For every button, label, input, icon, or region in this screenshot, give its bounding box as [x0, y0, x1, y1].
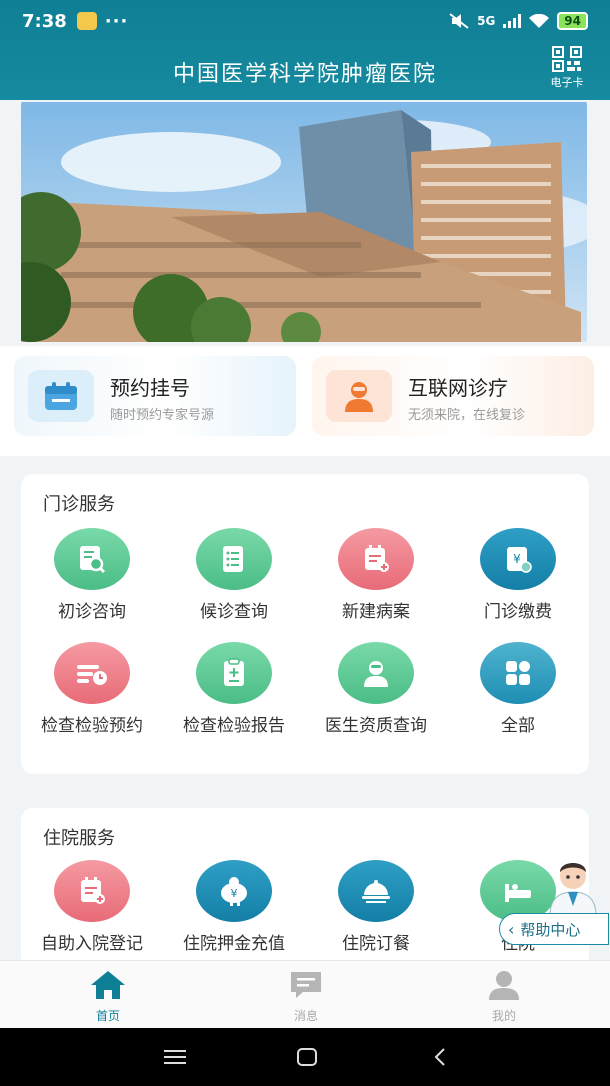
service-label: 新建病案 [342, 602, 410, 622]
service-label: 检查检验报告 [183, 716, 285, 736]
help-center-label: 帮助中心 [520, 920, 581, 939]
svg-text:¥: ¥ [231, 887, 238, 900]
status-icons: 5G 94 [449, 12, 588, 30]
service-meal-order[interactable]: 住院订餐 [305, 860, 447, 956]
page-title: 中国医学科学院肿瘤医院 [172, 62, 437, 87]
notification-icon [76, 12, 97, 30]
payment-icon: ¥ [480, 528, 556, 590]
tab-label: 消息 [293, 1009, 318, 1023]
service-label: 候诊查询 [200, 602, 268, 622]
appointment-card[interactable]: 预约挂号 随时预约专家号源 [14, 356, 296, 436]
network-label: 5G [477, 14, 496, 28]
appointment-subtitle: 随时预约专家号源 [110, 408, 215, 423]
online-consultation-title: 互联网诊疗 [408, 376, 508, 400]
chevron-left-icon: ‹ [508, 919, 515, 939]
add-record-icon [338, 528, 414, 590]
online-consultation-subtitle: 无须来院，在线复诊 [408, 408, 526, 423]
help-doctor-avatar[interactable] [540, 850, 606, 917]
service-admission-register[interactable]: 自助入院登记 [21, 860, 163, 956]
service-exam-appointment[interactable]: 检查检验预约 [21, 642, 163, 738]
back-nav-button[interactable] [420, 1044, 460, 1070]
tab-home[interactable]: 首页 [68, 969, 148, 1024]
service-label: 门诊缴费 [484, 602, 552, 622]
service-waiting-query[interactable]: 候诊查询 [163, 528, 305, 624]
system-nav-bar [0, 1028, 610, 1086]
tab-messages[interactable]: 消息 [266, 969, 346, 1024]
service-all[interactable]: 全部 [447, 642, 589, 738]
section-title-outpatient: 门诊服务 [43, 494, 115, 515]
qr-code-icon [552, 46, 582, 72]
register-icon [54, 860, 130, 922]
recent-apps-button[interactable] [155, 1044, 195, 1070]
menu-icon [164, 1050, 186, 1064]
service-label: 检查检验预约 [41, 716, 143, 736]
appointment-title: 预约挂号 [110, 376, 190, 400]
service-label: 自助入院登记 [41, 934, 143, 954]
online-consultation-card[interactable]: 互联网诊疗 无须来院，在线复诊 [312, 356, 594, 436]
meal-icon [338, 860, 414, 922]
back-icon [434, 1048, 445, 1066]
wifi-icon [529, 14, 550, 28]
app-header: 7:38 ··· 5G 94 中国医学科学院肿瘤医院 电子卡 [0, 0, 610, 100]
grid-icon [480, 642, 556, 704]
ecard-button[interactable]: 电子卡 [542, 46, 592, 90]
service-exam-report[interactable]: 检查检验报告 [163, 642, 305, 738]
report-icon [196, 642, 272, 704]
service-first-consult[interactable]: 初诊咨询 [21, 528, 163, 624]
home-nav-button[interactable] [287, 1044, 327, 1070]
hospital-banner[interactable] [21, 102, 587, 342]
service-deposit-recharge[interactable]: ¥ 住院押金充值 [163, 860, 305, 956]
bottom-tab-bar: 首页 消息 我的 [0, 960, 610, 1028]
doctor-icon [338, 642, 414, 704]
service-label: 住院订餐 [342, 934, 410, 954]
schedule-icon [54, 642, 130, 704]
quick-actions: 预约挂号 随时预约专家号源 互联网诊疗 无须来院，在线复诊 [0, 346, 610, 456]
more-notifications-icon: ··· [104, 10, 129, 32]
calendar-icon [28, 370, 94, 422]
list-doc-icon [196, 528, 272, 590]
service-new-record[interactable]: 新建病案 [305, 528, 447, 624]
tab-label: 我的 [491, 1009, 516, 1023]
battery-icon: 94 [557, 12, 588, 30]
hospital-building-image [21, 102, 587, 342]
service-label: 住院押金充值 [183, 934, 285, 954]
service-doctor-qualification[interactable]: 医生资质查询 [305, 642, 447, 738]
home-icon [91, 971, 125, 999]
status-bar: 7:38 ··· 5G 94 [22, 8, 588, 34]
service-label: 初诊咨询 [58, 602, 126, 622]
mute-icon [449, 13, 469, 29]
outpatient-services: 门诊服务 初诊咨询 候诊查询 新建病案 ¥ 门诊缴费 检查检验预约 检查检验报告 [21, 474, 589, 774]
status-time: 7:38 [22, 10, 67, 32]
doctor-avatar-icon [326, 370, 392, 422]
tab-profile[interactable]: 我的 [464, 969, 544, 1024]
service-outpatient-payment[interactable]: ¥ 门诊缴费 [447, 528, 589, 624]
message-icon [291, 972, 321, 998]
square-icon [297, 1048, 317, 1066]
piggy-bank-icon: ¥ [196, 860, 272, 922]
service-label: 医生资质查询 [325, 716, 427, 736]
ecard-label: 电子卡 [550, 76, 584, 89]
signal-icon [503, 14, 522, 28]
svg-text:¥: ¥ [513, 552, 521, 566]
inpatient-services: 住院服务 自助入院登记 ¥ 住院押金充值 住院订餐 住院 [21, 808, 589, 968]
search-doc-icon [54, 528, 130, 590]
service-label: 全部 [501, 716, 535, 736]
section-title-inpatient: 住院服务 [43, 828, 115, 849]
user-icon [489, 971, 519, 1000]
tab-label: 首页 [95, 1009, 120, 1023]
help-center-button[interactable]: ‹ 帮助中心 [499, 913, 609, 945]
